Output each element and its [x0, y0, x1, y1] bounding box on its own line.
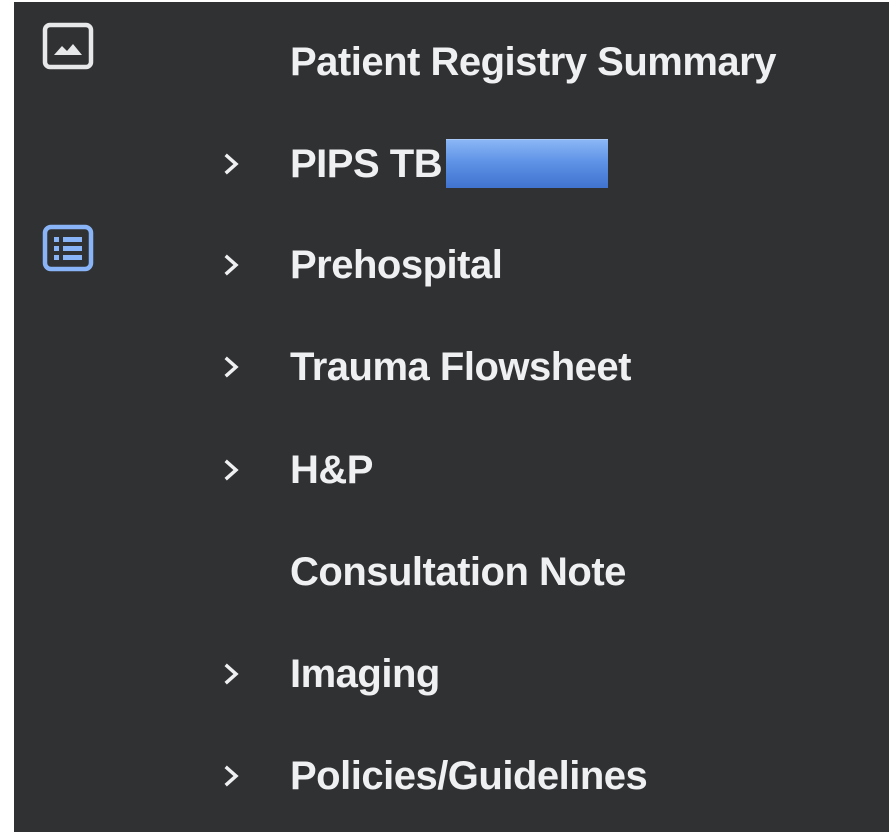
nav-item-trauma-flowsheet[interactable]: Trauma Flowsheet — [210, 337, 880, 397]
nav-item-label: PIPS TB — [290, 142, 443, 186]
nav-item-label: Patient Registry Summary — [290, 40, 776, 84]
nav-item-label: H&P — [290, 448, 373, 492]
nav-item-prehospital[interactable]: Prehospital — [210, 235, 880, 295]
nav-item-h-and-p[interactable]: H&P — [210, 440, 880, 500]
nav-item-policies-guidelines[interactable]: Policies/Guidelines — [210, 746, 880, 806]
chevron-right-icon[interactable] — [210, 644, 254, 704]
chevron-right-icon[interactable] — [210, 235, 254, 295]
chevron-right-icon[interactable] — [210, 337, 254, 397]
redaction-box — [446, 138, 609, 188]
chevron-right-icon[interactable] — [210, 440, 254, 500]
nav-item-consultation-note[interactable]: Consultation Note — [210, 542, 880, 602]
nav-item-label: Imaging — [290, 652, 440, 696]
chevron-right-icon[interactable] — [210, 746, 254, 806]
image-icon[interactable] — [38, 18, 98, 74]
nav-item-label: Policies/Guidelines — [290, 754, 648, 798]
nav-item-pips-tb[interactable]: PIPS TB — [210, 134, 880, 194]
nav-item-label: Consultation Note — [290, 550, 626, 594]
nav-item-label: Prehospital — [290, 243, 503, 287]
nav-item-imaging[interactable]: Imaging — [210, 644, 880, 704]
nav-item-patient-registry-summary[interactable]: Patient Registry Summary — [210, 32, 880, 92]
chevron-right-icon[interactable] — [210, 134, 254, 194]
list-icon[interactable] — [38, 220, 98, 276]
nav-item-label-group: PIPS TB — [290, 134, 609, 194]
document-nav-panel: Patient Registry Summary PIPS TB Prehosp… — [14, 2, 889, 832]
nav-item-label: Trauma Flowsheet — [290, 345, 631, 389]
